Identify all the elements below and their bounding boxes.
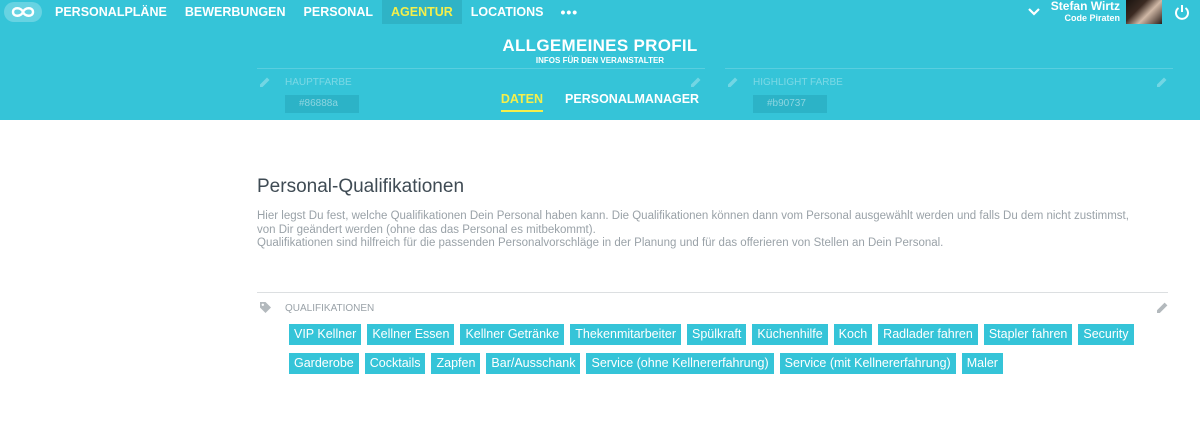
qualification-chip[interactable]: VIP Kellner: [289, 324, 362, 345]
tab-daten[interactable]: DATEN: [500, 92, 544, 112]
qualification-chip[interactable]: Security: [1078, 324, 1134, 345]
description-line: Hier legst Du fest, welche Qualifikation…: [257, 210, 1129, 222]
more-menu-button[interactable]: •••: [552, 0, 586, 24]
section-description: Hier legst Du fest, welche Qualifikation…: [257, 210, 1187, 251]
qualifications-label: QUALIFIKATIONEN: [285, 303, 375, 314]
qualification-chip[interactable]: Koch: [833, 324, 873, 345]
pencil-icon: [260, 77, 270, 87]
pencil-icon: [728, 77, 738, 87]
nav-item-bewerbungen[interactable]: BEWERBUNGEN: [176, 0, 295, 24]
description-line: von Dir geändert werden (ohne das das Pe…: [257, 223, 596, 236]
qualification-chip[interactable]: Radlader fahren: [878, 324, 978, 345]
nav-item-personal[interactable]: PERSONAL: [295, 0, 382, 24]
ghost-label-highlight: HIGHLIGHT FARBE: [753, 77, 843, 88]
chevron-down-icon[interactable]: [1027, 0, 1041, 24]
pencil-icon: [1157, 77, 1167, 87]
qualification-chip[interactable]: Stapler fahren: [983, 324, 1073, 345]
qualification-chip[interactable]: Thekenmitarbeiter: [570, 324, 681, 345]
user-info[interactable]: Stefan Wirtz Code Piraten: [1051, 0, 1120, 24]
power-icon[interactable]: [1174, 4, 1190, 20]
section-title: Personal-Qualifikationen: [257, 176, 465, 197]
divider: [257, 292, 1168, 293]
qualification-chip[interactable]: Küchenhilfe: [752, 324, 828, 345]
nav-item-agentur[interactable]: AGENTUR: [381, 0, 462, 24]
tag-icon: [260, 302, 271, 313]
ghost-divider-left: [257, 68, 705, 69]
qualification-chip[interactable]: Bar/Ausschank: [486, 353, 581, 374]
pencil-icon: [691, 77, 701, 87]
infinity-logo-icon[interactable]: [4, 2, 42, 22]
page-subtitle: INFOS FÜR DEN VERANSTALTER: [535, 56, 665, 65]
avatar[interactable]: [1126, 0, 1162, 24]
description-line: Qualifikationen sind hilfreich für die p…: [257, 237, 944, 249]
qualification-chip[interactable]: Maler: [961, 353, 1003, 374]
main-menu: PERSONALPLÄNE BEWERBUNGEN PERSONAL AGENT…: [46, 0, 586, 24]
user-name: Stefan Wirtz: [1050, 0, 1120, 13]
top-navigation-bar: PERSONALPLÄNE BEWERBUNGEN PERSONAL AGENT…: [0, 0, 1200, 24]
profile-tabs: DATEN PERSONALMANAGER: [0, 92, 1200, 112]
pencil-edit-icon[interactable]: [1156, 301, 1169, 314]
nav-item-locations[interactable]: LOCATIONS: [462, 0, 553, 24]
qualification-chip[interactable]: Cocktails: [364, 353, 426, 374]
qualification-chip[interactable]: Kellner Getränke: [460, 324, 565, 345]
ghost-label-hauptfarbe: HAUPTFARBE: [285, 77, 352, 88]
qualification-chip[interactable]: Garderobe: [289, 353, 359, 374]
user-menu[interactable]: Stefan Wirtz Code Piraten: [1027, 0, 1200, 24]
qualification-chip[interactable]: Service (mit Kellnererfahrung): [779, 353, 956, 374]
page-title: ALLGEMEINES PROFIL: [502, 36, 698, 55]
ghost-divider-right: [725, 68, 1173, 69]
qualification-chip[interactable]: Kellner Essen: [367, 324, 455, 345]
qualification-chip[interactable]: Zapfen: [431, 353, 481, 374]
qualification-chip[interactable]: Service (ohne Kellnererfahrung): [586, 353, 774, 374]
qualifications-list: VIP Kellner Kellner Essen Kellner Geträn…: [289, 324, 1169, 374]
qualification-chip[interactable]: Spülkraft: [687, 324, 747, 345]
tab-personalmanager[interactable]: PERSONALMANAGER: [565, 92, 699, 112]
user-company: Code Piraten: [1064, 13, 1120, 23]
nav-item-personalplaene[interactable]: PERSONALPLÄNE: [46, 0, 176, 24]
